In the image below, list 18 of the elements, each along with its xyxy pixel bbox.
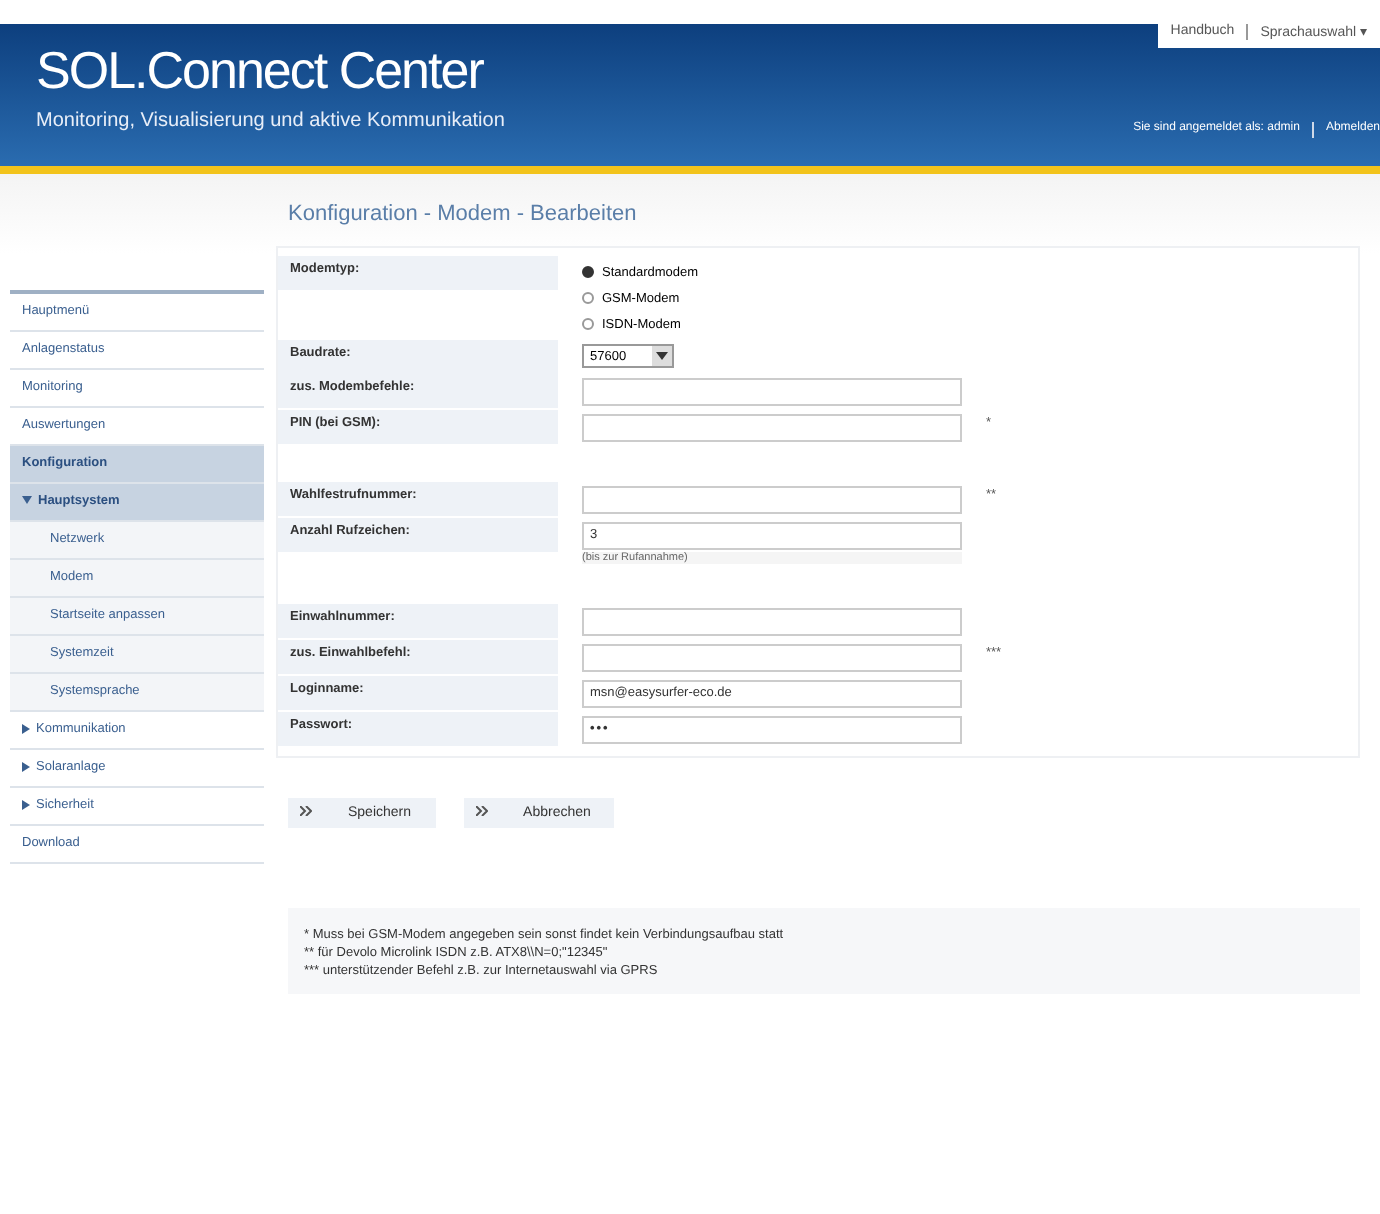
chevrons-icon <box>475 806 488 816</box>
input-field[interactable] <box>582 486 962 514</box>
collapsed-arrow-icon <box>22 799 30 810</box>
expanded-arrow-icon <box>22 496 32 505</box>
radio-button[interactable] <box>582 266 594 278</box>
page-title: Konfiguration - Modem - Bearbeiten <box>288 202 639 226</box>
input-field[interactable] <box>582 608 962 636</box>
chevrons-icon <box>300 806 312 816</box>
input-field[interactable] <box>582 414 962 442</box>
input-field[interactable] <box>582 644 962 672</box>
caret-icon <box>656 352 668 360</box>
app-title: SOL.Connect Center <box>36 40 486 102</box>
collapsed-arrow-icon <box>22 761 30 772</box>
input-field[interactable] <box>582 378 962 406</box>
collapsed-arrow-icon <box>22 723 30 734</box>
app-subtitle: Monitoring, Visualisierung und aktive Kommunikation <box>36 110 505 132</box>
radio-button[interactable] <box>582 318 594 330</box>
radio-button[interactable] <box>582 292 594 304</box>
